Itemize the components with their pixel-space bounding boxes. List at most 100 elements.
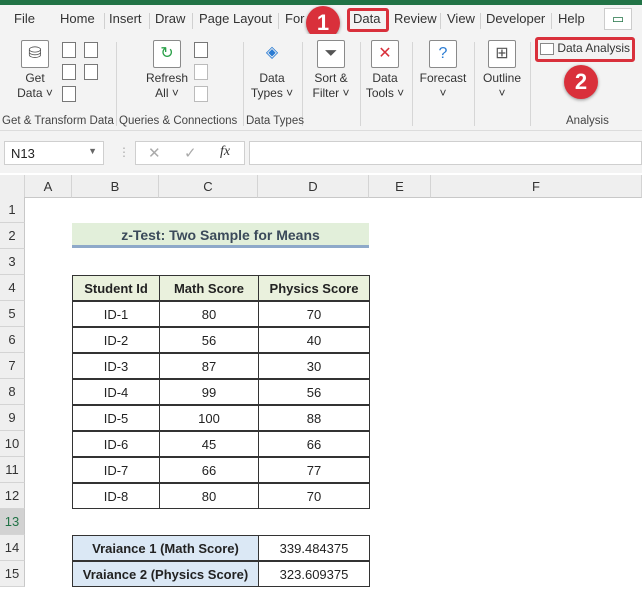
outline-button[interactable]: ⊞ Outline ˅ [480, 40, 524, 101]
table-cell[interactable]: 80 [159, 301, 259, 327]
group-label: Queries & Connections [119, 115, 238, 127]
tab-draw[interactable]: Draw [155, 11, 185, 26]
table-header-cell[interactable]: Math Score [159, 275, 259, 301]
enter-icon[interactable]: ✓ [184, 144, 197, 162]
label: Types ˅ [250, 86, 294, 100]
table-cell[interactable]: ID-6 [72, 431, 160, 457]
select-all-corner[interactable] [0, 175, 25, 198]
row-header[interactable]: 11 [0, 457, 25, 483]
insert-function-icon[interactable]: fx [220, 144, 230, 160]
row-header[interactable]: 9 [0, 405, 25, 431]
highlight-data-analysis [535, 37, 635, 62]
edit-links-icon [194, 86, 208, 102]
row-header[interactable]: 3 [0, 249, 25, 275]
tab-developer[interactable]: Developer [486, 11, 545, 26]
table-header-cell[interactable]: Student Id [72, 275, 160, 301]
row-header[interactable]: 12 [0, 483, 25, 509]
cancel-icon[interactable]: ✕ [148, 144, 161, 162]
recent-sources-icon[interactable] [84, 42, 98, 58]
table-cell[interactable]: 70 [258, 301, 370, 327]
refresh-all-button[interactable]: ↻ Refresh All ˅ [145, 40, 189, 101]
column-header-c[interactable]: C [159, 175, 258, 198]
column-header-a[interactable]: A [25, 175, 72, 198]
variance-label-cell[interactable]: Vraiance 2 (Physics Score) [72, 561, 259, 587]
table-cell[interactable]: 99 [159, 379, 259, 405]
variance-label-cell[interactable]: Vraiance 1 (Math Score) [72, 535, 259, 561]
row-header[interactable]: 15 [0, 561, 25, 587]
row-header[interactable]: 13 [0, 509, 25, 535]
row-header[interactable]: 2 [0, 223, 25, 249]
step-badge-2: 2 [564, 65, 598, 99]
sheet-title[interactable]: z-Test: Two Sample for Means [72, 223, 369, 248]
tab-file[interactable]: File [14, 11, 35, 26]
column-header-e[interactable]: E [369, 175, 431, 198]
table-cell[interactable]: 56 [159, 327, 259, 353]
data-tools-icon: ✕ [371, 40, 399, 68]
tab-review[interactable]: Review [394, 11, 437, 26]
table-header-cell[interactable]: Physics Score [258, 275, 370, 301]
tab-insert[interactable]: Insert [109, 11, 142, 26]
from-table-icon[interactable] [62, 86, 76, 102]
data-tools-button[interactable]: ✕ Data Tools ˅ [364, 40, 406, 101]
row-header[interactable]: 5 [0, 301, 25, 327]
table-cell[interactable]: 80 [159, 483, 259, 509]
table-cell[interactable]: ID-4 [72, 379, 160, 405]
table-cell[interactable]: 87 [159, 353, 259, 379]
from-text-icon[interactable] [62, 42, 76, 58]
column-header-d[interactable]: D [258, 175, 369, 198]
table-cell[interactable]: 66 [159, 457, 259, 483]
tab-help[interactable]: Help [558, 11, 585, 26]
table-cell[interactable]: 45 [159, 431, 259, 457]
formula-input[interactable] [249, 141, 642, 165]
divider [551, 13, 552, 29]
divider [480, 13, 481, 29]
table-cell[interactable]: ID-1 [72, 301, 160, 327]
group-label: Data Types [246, 115, 304, 127]
table-cell[interactable]: 88 [258, 405, 370, 431]
from-web-icon[interactable] [62, 64, 76, 80]
row-header[interactable]: 8 [0, 379, 25, 405]
row-header[interactable]: 7 [0, 353, 25, 379]
table-cell[interactable]: 40 [258, 327, 370, 353]
row-header[interactable]: 1 [0, 197, 25, 223]
tab-page-layout[interactable]: Page Layout [199, 11, 272, 26]
table-cell[interactable]: 77 [258, 457, 370, 483]
sort-filter-button[interactable]: ⏷ Sort & Filter ˅ [308, 40, 354, 101]
table-cell[interactable]: 56 [258, 379, 370, 405]
get-data-button[interactable]: ⛁ Get Data ˅ [14, 40, 56, 101]
table-cell[interactable]: ID-5 [72, 405, 160, 431]
label: Refresh [145, 71, 189, 85]
label: Data [372, 71, 398, 85]
table-cell[interactable]: 100 [159, 405, 259, 431]
table-cell[interactable]: 30 [258, 353, 370, 379]
table-cell[interactable]: ID-2 [72, 327, 160, 353]
label: Sort & [314, 71, 348, 85]
table-cell[interactable]: 70 [258, 483, 370, 509]
row-header[interactable]: 14 [0, 535, 25, 561]
chevron-down-icon[interactable]: ▼ [88, 146, 97, 156]
existing-connections-icon[interactable] [84, 64, 98, 80]
column-header-b[interactable]: B [72, 175, 159, 198]
table-cell[interactable]: ID-3 [72, 353, 160, 379]
row-header[interactable]: 4 [0, 275, 25, 301]
forecast-button[interactable]: ? Forecast ˅ [418, 40, 468, 101]
name-box[interactable]: N13 ▼ [4, 141, 104, 165]
table-cell[interactable]: ID-7 [72, 457, 160, 483]
refresh-icon: ↻ [153, 40, 181, 68]
variance-value-cell[interactable]: 323.609375 [258, 561, 370, 587]
column-header-f[interactable]: F [431, 175, 642, 198]
table-cell[interactable]: 66 [258, 431, 370, 457]
variance-value-cell[interactable]: 339.484375 [258, 535, 370, 561]
table-cell[interactable]: ID-8 [72, 483, 160, 509]
divider [192, 13, 193, 29]
comments-icon[interactable]: ▭ [604, 8, 632, 30]
data-types-button[interactable]: ◈ Data Types ˅ [249, 40, 295, 101]
tab-home[interactable]: Home [60, 11, 95, 26]
row-header[interactable]: 10 [0, 431, 25, 457]
queries-connections-icon[interactable] [194, 42, 208, 58]
row-header[interactable]: 6 [0, 327, 25, 353]
tab-view[interactable]: View [447, 11, 475, 26]
highlight-data-tab [347, 8, 389, 32]
label: Get [25, 71, 45, 85]
tab-formulas[interactable]: For [285, 11, 305, 26]
